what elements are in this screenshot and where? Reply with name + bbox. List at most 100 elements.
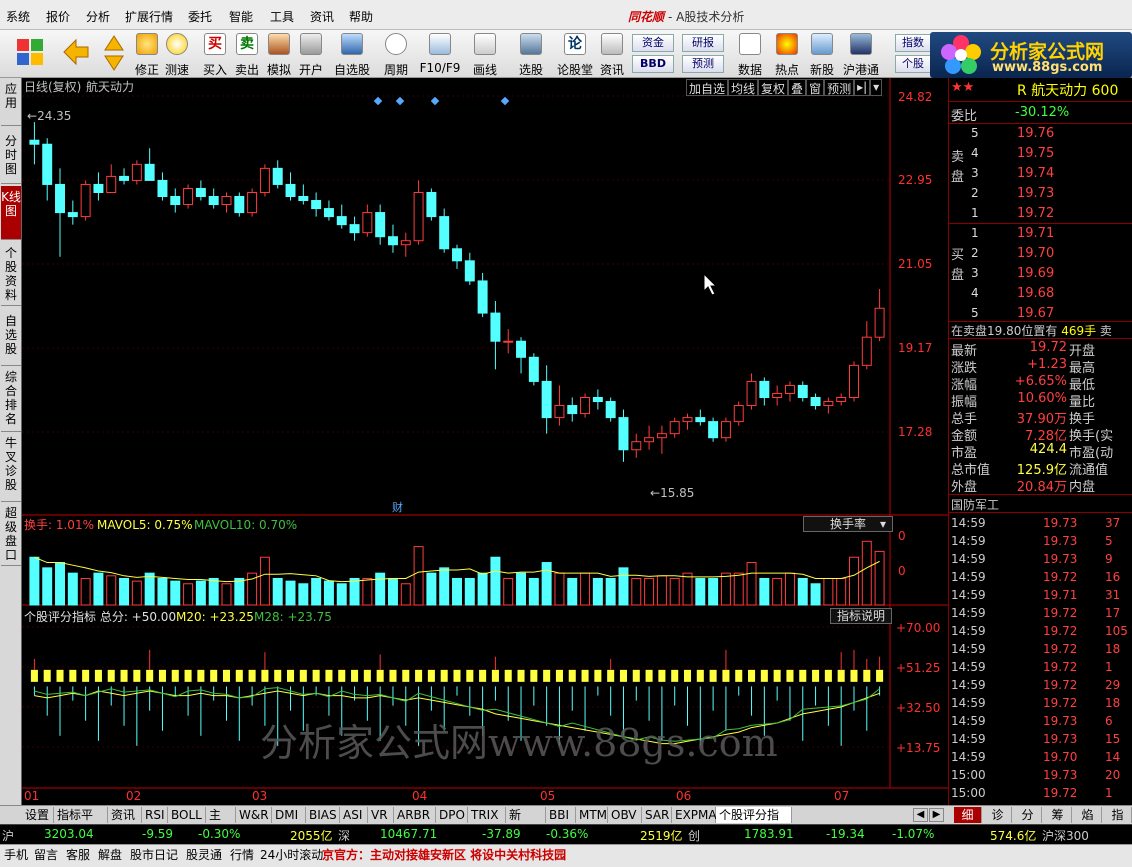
quote-tab[interactable]: 细 [954, 807, 982, 823]
stock-tab[interactable]: 个股 [895, 55, 931, 73]
bid-price[interactable]: 19.67 [1017, 306, 1054, 321]
fix-button[interactable]: 修正 [132, 33, 162, 77]
period-button[interactable]: 周期 [381, 33, 411, 77]
ma-button[interactable]: 均线 [728, 79, 759, 96]
index-sz-name[interactable]: 深 [338, 827, 350, 844]
leftnav-diagnosis[interactable]: 牛叉诊股 [1, 434, 21, 502]
index-tab[interactable]: 指数 [895, 34, 931, 52]
leftnav-watchlist[interactable]: 自选股 [1, 308, 21, 366]
bottom-link[interactable]: 客服 [66, 846, 90, 863]
overlay-button[interactable]: 叠 [788, 79, 807, 96]
bottom-link[interactable]: 24小时滚动 [260, 846, 323, 863]
ask-price[interactable]: 19.75 [1017, 146, 1054, 161]
hk-connect-button[interactable]: 沪港通 [843, 33, 879, 77]
quote-tab[interactable]: 诊 [984, 807, 1012, 823]
bbd-button[interactable]: BBD [632, 55, 674, 73]
ask-price[interactable]: 19.76 [1017, 126, 1054, 141]
sell-button[interactable]: 卖卖出 [232, 33, 262, 77]
kline-chart-svg[interactable]: 日线(复权) 航天动力 ←24.35 ←15.85 财 24.82 22.95 … [22, 78, 948, 805]
forum-button[interactable]: 论论股堂 [557, 33, 593, 77]
indicator-tab[interactable]: RSI [142, 807, 168, 823]
ask-price[interactable]: 19.72 [1017, 206, 1054, 221]
stock-screen-button[interactable]: 选股 [516, 33, 546, 77]
indicator-tab[interactable]: TRIX [468, 807, 506, 823]
quote-tab[interactable]: 焰 [1074, 807, 1102, 823]
simulate-button[interactable]: 模拟 [264, 33, 294, 77]
bottom-link[interactable]: 行情 [230, 846, 254, 863]
new-stock-button[interactable]: 新股 [807, 33, 837, 77]
open-account-button[interactable]: 开户 [296, 33, 326, 77]
leftnav-ranking[interactable]: 综合排名 [1, 368, 21, 432]
indicator-tab[interactable]: BOLL [168, 807, 206, 823]
ask-price[interactable]: 19.73 [1017, 186, 1054, 201]
menu-ext-quote[interactable]: 扩展行情 [125, 8, 173, 25]
indicator-tab[interactable]: DPO [436, 807, 468, 823]
speed-test-button[interactable]: 测速 [162, 33, 192, 77]
indicator-tab[interactable]: EXPMA [672, 807, 717, 823]
bottom-link[interactable]: 股市日记 [130, 846, 178, 863]
indicator-tab[interactable]: BIAS [306, 807, 340, 823]
indicator-help-button[interactable]: 指标说明 [830, 608, 892, 624]
leftnav-super-panel[interactable]: 超级盘口 [1, 504, 21, 566]
index-sh-name[interactable]: 沪 [2, 827, 14, 844]
bottom-link[interactable]: 留言 [34, 846, 58, 863]
indicator-tab[interactable]: 主力 [206, 807, 236, 838]
menu-order[interactable]: 委托 [188, 8, 212, 25]
index-cy-name[interactable]: 创 [688, 827, 700, 844]
fund-button[interactable]: 资金 [632, 34, 674, 52]
indicator-tab[interactable]: 设置 [22, 807, 54, 823]
quote-tab[interactable]: 指 [1104, 807, 1132, 823]
adjust-button[interactable]: 复权 [758, 79, 789, 96]
menu-system[interactable]: 系统 [6, 8, 30, 25]
bottom-link[interactable]: 手机 [4, 846, 28, 863]
bid-price[interactable]: 19.69 [1017, 266, 1054, 281]
menu-analysis[interactable]: 分析 [86, 8, 110, 25]
leftnav-stock-info[interactable]: 个股资料 [1, 242, 21, 306]
bid-price[interactable]: 19.70 [1017, 246, 1054, 261]
draw-line-button[interactable]: 画线 [470, 33, 500, 77]
bid-price[interactable]: 19.68 [1017, 286, 1054, 301]
finance-event-label[interactable]: 财 [392, 500, 403, 514]
dropdown-icon[interactable]: ▾ [870, 79, 883, 96]
indicator-tab[interactable]: ASI [340, 807, 368, 823]
news-button[interactable]: 资讯 [597, 33, 627, 77]
scroll-right-icon[interactable]: ▶ [929, 808, 944, 822]
collapse-icon[interactable]: ▸| [854, 79, 871, 96]
windows-grid-icon[interactable] [16, 38, 44, 66]
f10-button[interactable]: F10/F9 [420, 33, 460, 75]
indicator-tab[interactable]: 指标平台 [54, 807, 108, 838]
indicator-tab[interactable]: BBI [546, 807, 576, 823]
indicator-tab[interactable]: W&R [236, 807, 272, 823]
quote-tab[interactable]: 分 [1014, 807, 1042, 823]
bottom-link[interactable]: 股灵通 [186, 846, 222, 863]
indicator-tab[interactable]: DMI [272, 807, 306, 823]
indicator-tab[interactable]: 资讯 [108, 807, 142, 823]
report-button[interactable]: 研报 [682, 34, 724, 52]
menu-help[interactable]: 帮助 [349, 8, 373, 25]
bottom-link[interactable]: 解盘 [98, 846, 122, 863]
leftnav-app[interactable]: 应用 [1, 78, 21, 126]
index-hs300-name[interactable]: 沪深300 [1042, 827, 1089, 844]
indicator-tab[interactable]: VR [368, 807, 394, 823]
menu-smart[interactable]: 智能 [229, 8, 253, 25]
add-watchlist-button[interactable]: 加自选 [686, 79, 729, 96]
indicator-tab[interactable]: MTM [576, 807, 608, 823]
up-arrow-icon[interactable] [103, 34, 125, 52]
bid-price[interactable]: 19.71 [1017, 226, 1054, 241]
vol-type-dropdown[interactable]: 换手率 ▾ [803, 516, 893, 532]
data-button[interactable]: 数据 [735, 33, 765, 77]
menu-quote[interactable]: 报价 [46, 8, 70, 25]
scroll-left-icon[interactable]: ◀ [913, 808, 928, 822]
indicator-tab[interactable]: SAR [642, 807, 672, 823]
news-ticker[interactable]: 京官方：主动对接雄安新区 将设中关村科技园 [322, 846, 566, 863]
indicator-tab[interactable]: OBV [608, 807, 642, 823]
kline-chart-area[interactable]: 日线(复权) 航天动力 ←24.35 ←15.85 财 24.82 22.95 … [22, 78, 948, 805]
forecast-chart-button[interactable]: 预测 [824, 79, 855, 96]
indicator-tab[interactable]: 个股评分指标 [716, 807, 792, 838]
leftnav-kline[interactable]: K线图 [1, 186, 21, 240]
menu-tools[interactable]: 工具 [270, 8, 294, 25]
buy-button[interactable]: 买买入 [200, 33, 230, 77]
watchlist-button[interactable]: 自选股 [334, 33, 370, 77]
window-button[interactable]: 窗 [806, 79, 825, 96]
sector-label[interactable]: 国防军工 [951, 496, 999, 513]
